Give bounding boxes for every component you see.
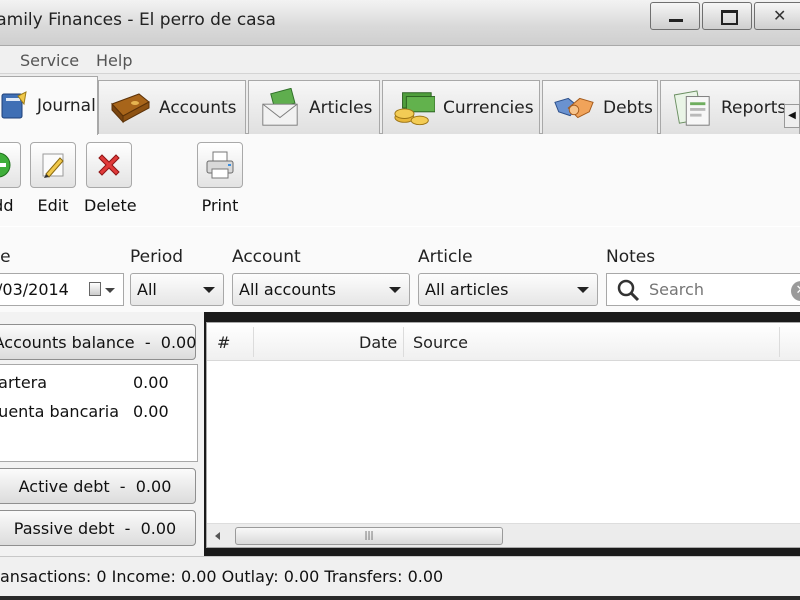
account-value: 0.00	[133, 402, 169, 421]
maximize-button[interactable]	[702, 2, 752, 30]
add-icon	[0, 152, 11, 178]
title-bar: Family Finances - El perro de casa	[0, 0, 800, 46]
period-value: All	[137, 280, 157, 299]
notes-label: Notes	[606, 247, 656, 267]
clear-search-icon[interactable]: ✕	[791, 281, 800, 301]
menu-help[interactable]: Help	[96, 51, 132, 70]
tab-strip: Journal Accounts Articles Currencies Deb…	[0, 74, 800, 135]
wallet-icon	[109, 88, 151, 128]
close-button[interactable]	[754, 2, 800, 30]
article-select[interactable]: All articles	[418, 273, 598, 306]
account-value: All accounts	[239, 280, 336, 299]
column-divider	[779, 327, 780, 357]
left-panel: Accounts balance - 0.00 Cartera 0.00 Cue…	[0, 312, 204, 556]
accounts-balance-label: Accounts balance - 0.00	[0, 332, 197, 352]
account-name: Cartera	[0, 373, 48, 392]
window-bottom-border	[0, 596, 800, 600]
chevron-down-icon	[577, 287, 589, 293]
article-label: Article	[418, 247, 473, 267]
scroll-thumb[interactable]: |||	[235, 527, 503, 545]
column-header-number[interactable]: #	[217, 333, 230, 352]
chevron-down-icon	[389, 287, 401, 293]
active-debt-button[interactable]: Active debt - 0.00	[0, 468, 196, 504]
pencil-icon	[42, 153, 64, 178]
print-button[interactable]: Print	[196, 142, 244, 215]
window-controls	[648, 2, 800, 30]
menu-bar: Service Help	[0, 46, 800, 74]
print-label: Print	[201, 196, 239, 215]
edit-button[interactable]: Edit	[30, 142, 76, 215]
column-divider	[403, 327, 404, 357]
account-value: 0.00	[133, 373, 169, 392]
chevron-down-icon	[203, 287, 215, 293]
account-select[interactable]: All accounts	[232, 273, 410, 306]
filter-bar: Date /03/2014 Period All Account All acc…	[0, 226, 800, 312]
chevron-down-icon	[105, 288, 115, 293]
column-divider	[253, 327, 254, 357]
accounts-balance-button[interactable]: Accounts balance - 0.00	[0, 324, 196, 360]
tab-debts[interactable]: Debts	[542, 80, 658, 134]
printer-icon	[206, 151, 234, 179]
status-bar: Transactions: 0 Income: 0.00 Outlay: 0.0…	[0, 556, 800, 596]
tab-label: Debts	[603, 97, 653, 118]
tab-label: Journal	[37, 96, 96, 116]
tab-label: Reports	[721, 97, 787, 118]
horizontal-scrollbar[interactable]: |||	[207, 523, 800, 547]
handshake-icon	[553, 88, 595, 128]
tab-currencies[interactable]: Currencies	[382, 80, 540, 134]
report-icon	[671, 88, 713, 128]
coins-icon	[393, 88, 435, 128]
search-input[interactable]	[649, 280, 779, 299]
delete-icon	[98, 154, 120, 176]
journal-icon	[0, 86, 29, 126]
delete-button[interactable]: Delete	[84, 142, 137, 215]
tab-label: Accounts	[159, 97, 237, 118]
date-picker[interactable]: /03/2014	[0, 273, 124, 306]
delete-label: Delete	[84, 196, 137, 215]
period-label: Period	[130, 247, 184, 267]
status-text: Transactions: 0 Income: 0.00 Outlay: 0.0…	[0, 567, 444, 586]
article-value: All articles	[425, 280, 509, 299]
add-button-box	[0, 142, 21, 188]
add-label: Add	[0, 196, 14, 215]
minimize-button[interactable]	[650, 2, 700, 30]
date-label: Date	[0, 247, 11, 267]
accounts-list: Cartera 0.00 Cuenta bancaria 0.00	[0, 364, 198, 462]
delete-button-box	[86, 142, 132, 188]
column-header-date[interactable]: Date	[359, 333, 397, 352]
active-debt-label: Active debt - 0.00	[18, 476, 172, 496]
search-field[interactable]: ✕	[606, 273, 800, 306]
menu-service[interactable]: Service	[20, 51, 79, 70]
search-icon	[617, 279, 640, 302]
journal-table: # Date Source |||	[206, 322, 800, 548]
account-name: Cuenta bancaria	[0, 402, 119, 421]
passive-debt-button[interactable]: Passive debt - 0.00	[0, 510, 196, 546]
tab-label: Articles	[309, 97, 373, 118]
period-select[interactable]: All	[130, 273, 224, 306]
passive-debt-label: Passive debt - 0.00	[13, 518, 177, 538]
tab-accounts[interactable]: Accounts	[98, 80, 246, 134]
tab-journal[interactable]: Journal	[0, 76, 98, 135]
table-header: # Date Source	[207, 323, 800, 361]
scroll-left-icon[interactable]	[215, 532, 220, 540]
toolbar: Add Edit Delete Print	[0, 134, 800, 226]
tab-reports[interactable]: Reports	[660, 80, 800, 134]
print-button-box	[197, 142, 243, 188]
calendar-icon	[89, 282, 101, 296]
column-header-source[interactable]: Source	[413, 333, 468, 352]
edit-label: Edit	[37, 196, 69, 215]
account-label: Account	[232, 247, 301, 267]
window-title: Family Finances - El perro de casa	[0, 10, 276, 30]
tab-label: Currencies	[443, 97, 534, 118]
add-button[interactable]: Add	[0, 142, 22, 215]
envelope-money-icon	[259, 87, 301, 128]
tab-articles[interactable]: Articles	[248, 80, 380, 134]
edit-button-box	[30, 142, 76, 188]
tab-scroll-button[interactable]: ◀	[784, 104, 800, 128]
date-value: /03/2014	[0, 280, 69, 299]
